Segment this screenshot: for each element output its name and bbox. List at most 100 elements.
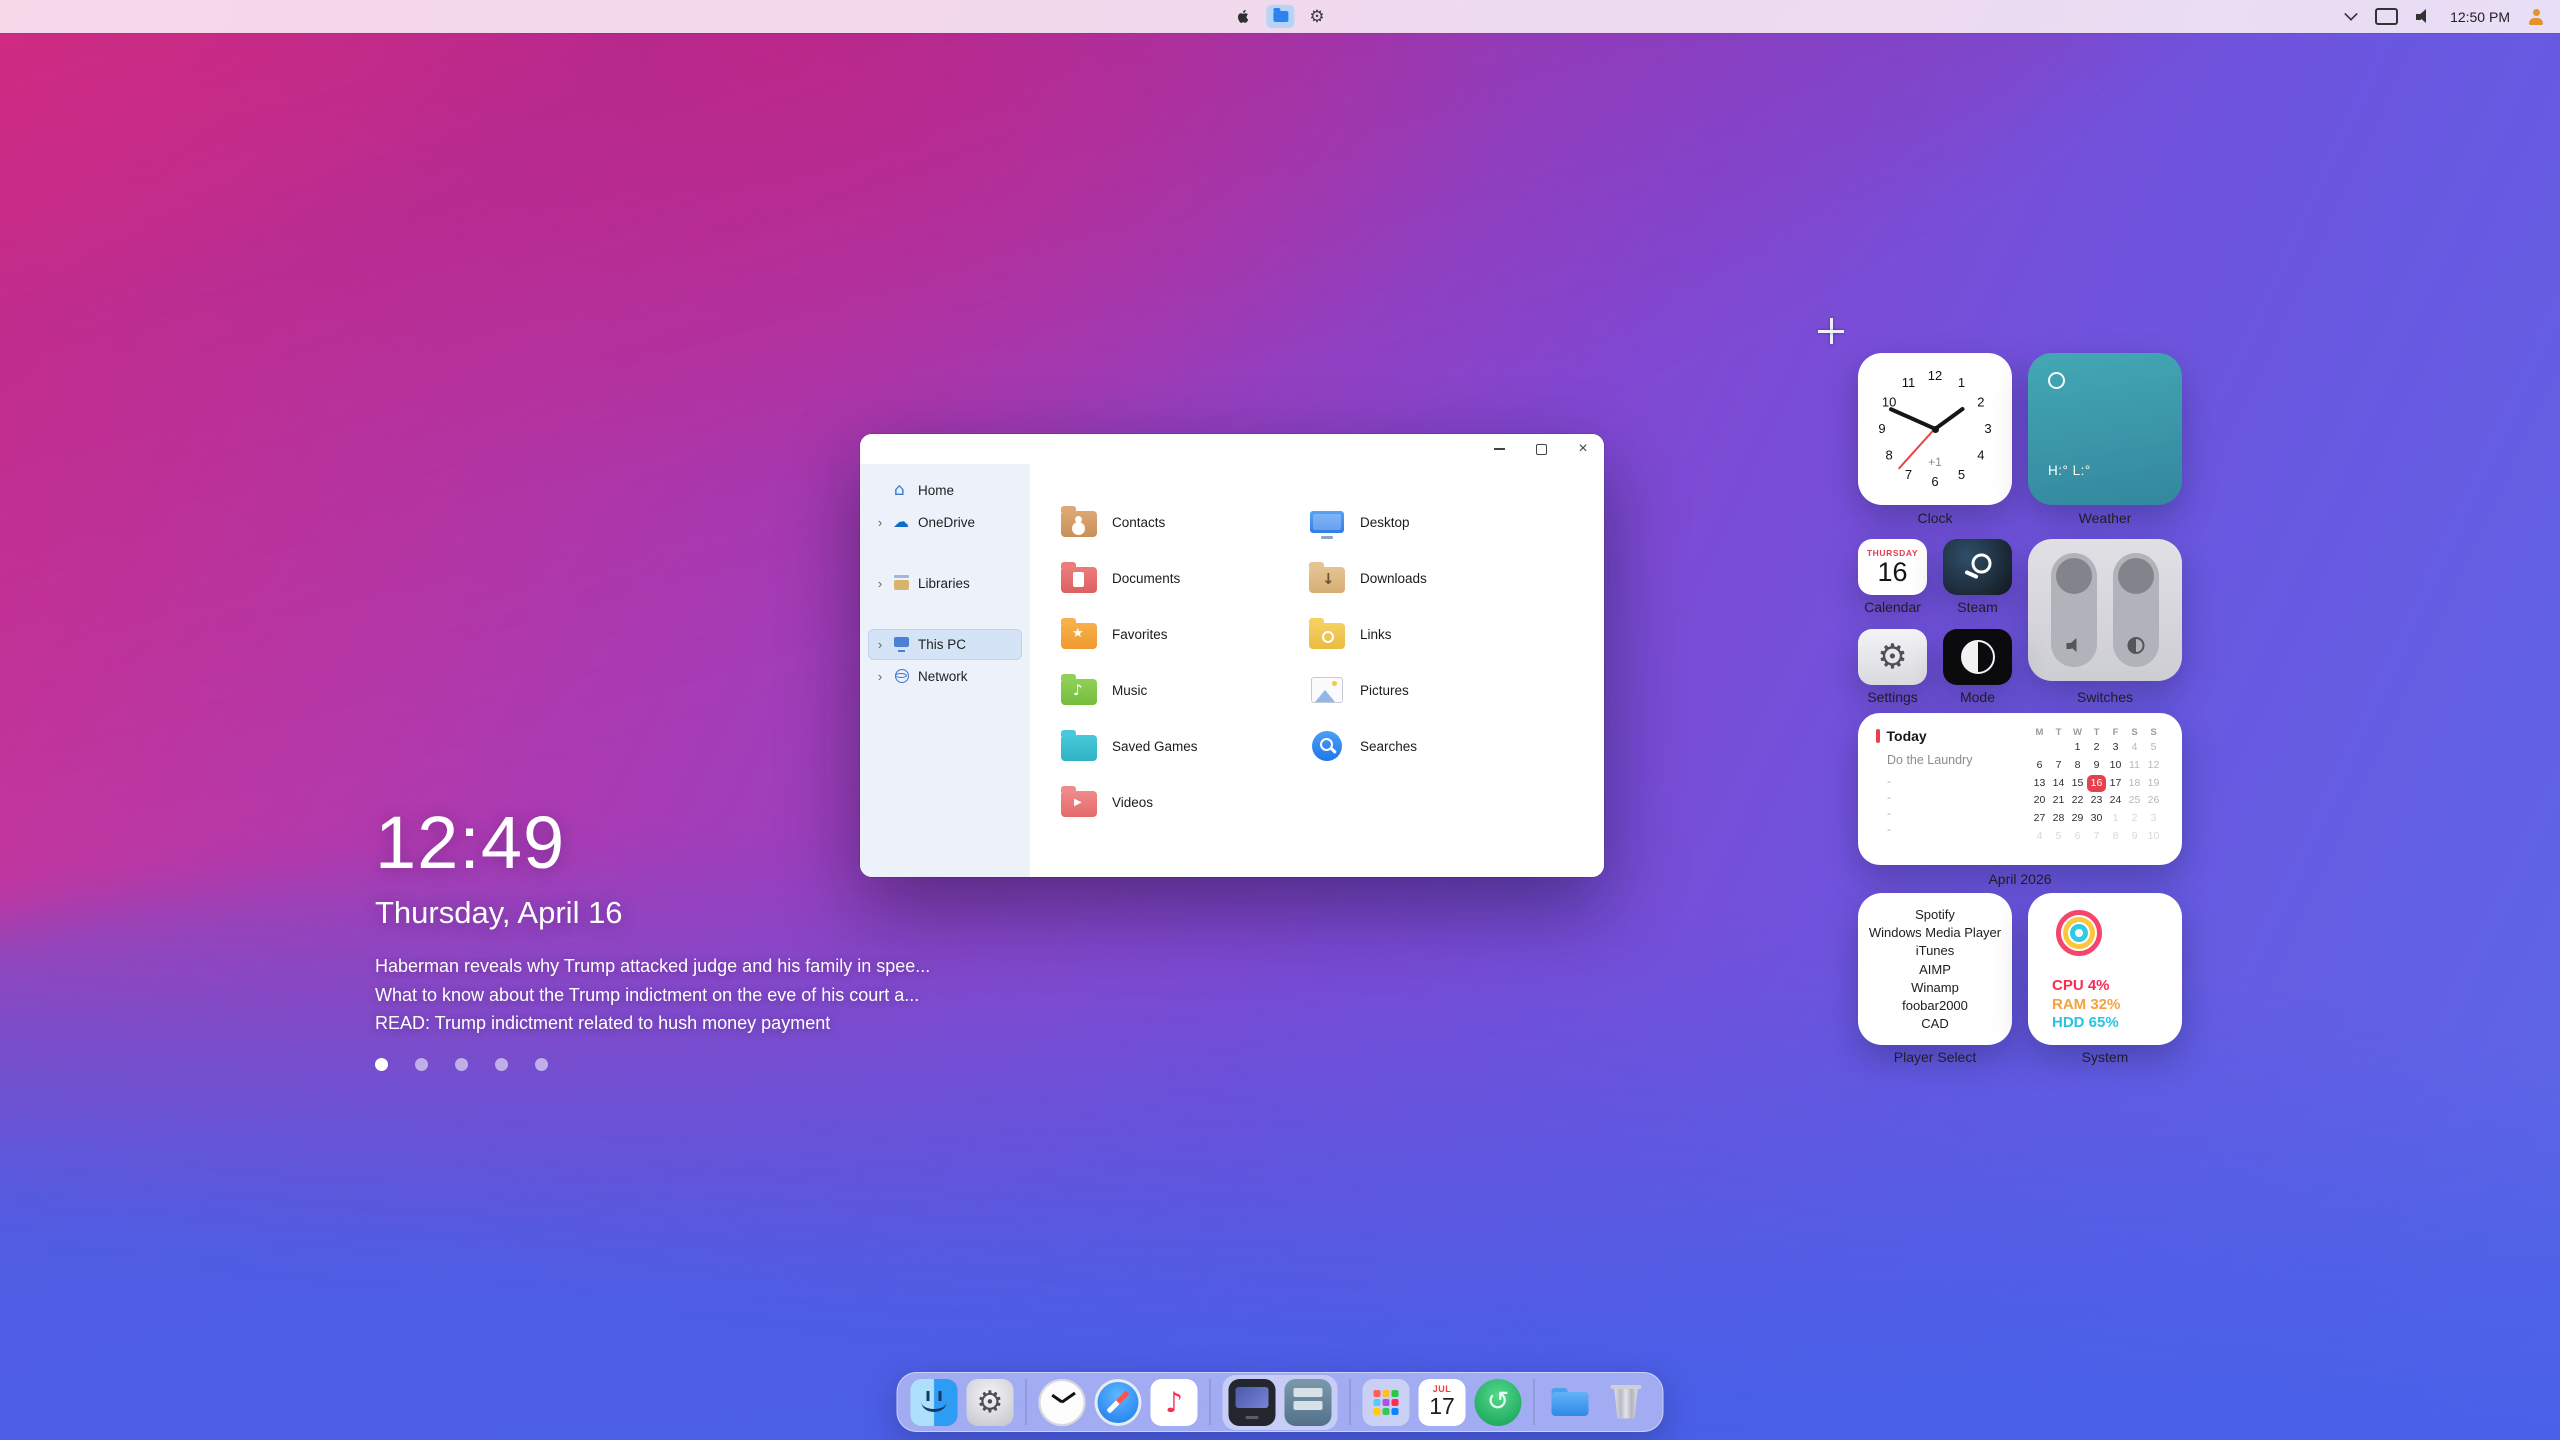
folder-item-searches[interactable]: Searches — [1308, 718, 1538, 774]
sidebar-item-label: Home — [918, 483, 955, 498]
page-dot[interactable] — [455, 1057, 468, 1071]
chevron-right-icon[interactable] — [874, 515, 886, 530]
chevron-right-icon[interactable] — [874, 576, 886, 591]
player-option[interactable]: CAD — [1858, 1015, 2012, 1033]
mini-calendar-weekday-row: MTWTFSS — [2030, 726, 2163, 739]
page-dot[interactable] — [495, 1057, 508, 1071]
calendar-day-number: 16 — [1877, 557, 1908, 587]
settings-widget[interactable] — [1858, 629, 1927, 685]
folder-item-downloads[interactable]: Downloads — [1308, 550, 1538, 606]
volume-icon[interactable] — [2416, 9, 2432, 24]
desktop: 12:50 PM 12:49 Thursday, April 16 Haberm… — [0, 0, 2560, 1440]
launchpad-icon[interactable] — [1362, 1378, 1410, 1426]
gear-icon — [1858, 629, 1927, 685]
player-option[interactable]: iTunes — [1858, 942, 2012, 960]
system-preferences-icon[interactable] — [966, 1378, 1014, 1426]
safari-icon[interactable] — [1094, 1378, 1142, 1426]
dim-icon — [2127, 637, 2145, 654]
brightness-slider-knob[interactable] — [2118, 558, 2154, 594]
brightness-slider[interactable] — [2113, 553, 2159, 667]
news-headline: Haberman reveals why Trump attacked judg… — [375, 956, 931, 976]
month-calendar-label: April 2026 — [1988, 871, 2052, 887]
volume-slider-knob[interactable] — [2056, 558, 2092, 594]
mini-calendar-weekday: F — [2112, 727, 2119, 738]
cabinet-icon[interactable] — [1284, 1378, 1332, 1426]
folder-item-pictures[interactable]: Pictures — [1308, 662, 1538, 718]
chevron-right-icon[interactable] — [874, 637, 886, 652]
steam-widget[interactable] — [1943, 539, 2012, 595]
player-option[interactable]: AIMP — [1858, 961, 2012, 979]
user-icon[interactable] — [2528, 8, 2544, 25]
volume-slider[interactable] — [2051, 553, 2097, 667]
clock-number: 6 — [1931, 474, 1939, 489]
folder-item-music[interactable]: Music — [1060, 662, 1290, 718]
volume-icon — [2066, 638, 2082, 653]
display-icon[interactable] — [2375, 8, 2399, 25]
close-button[interactable] — [1562, 434, 1604, 464]
page-dot[interactable] — [415, 1057, 428, 1071]
mini-calendar-day: 13 — [2033, 776, 2046, 789]
weather-widget-label: Weather — [2078, 510, 2132, 526]
folder-item-videos[interactable]: Videos — [1060, 774, 1290, 830]
folder-item-desktop[interactable]: Desktop — [1308, 494, 1538, 550]
sidebar-item-this-pc[interactable]: This PC — [868, 629, 1022, 660]
display-app-icon[interactable] — [1228, 1378, 1276, 1426]
timezone-offset: +1 — [1928, 455, 1942, 469]
files-icon[interactable] — [1266, 5, 1295, 28]
mode-widget[interactable] — [1943, 629, 2012, 685]
contacts-folder-icon — [1061, 506, 1097, 537]
page-dot[interactable] — [535, 1057, 548, 1071]
chevron-right-icon[interactable] — [874, 669, 886, 684]
player-option[interactable]: Winamp — [1858, 979, 2012, 997]
weather-widget[interactable]: H:° L:° — [2028, 353, 2182, 505]
trash-icon[interactable] — [1603, 1379, 1650, 1426]
window-titlebar[interactable] — [860, 434, 1604, 464]
system-widget[interactable]: CPU 4% RAM 32% HDD 65% — [2028, 893, 2182, 1045]
mini-calendar-day: 18 — [2128, 776, 2141, 789]
lock-screen-block: 12:49 Thursday, April 16 Haberman reveal… — [375, 806, 930, 1071]
minimize-button[interactable] — [1478, 434, 1520, 464]
this-pc-icon — [893, 636, 911, 653]
sidebar-item-network[interactable]: Network — [868, 661, 1022, 692]
dock: JUL 17 — [896, 1372, 1664, 1432]
folder-item-contacts[interactable]: Contacts — [1060, 494, 1290, 550]
plus-cursor — [1818, 318, 1844, 344]
mini-calendar-day: 23 — [2090, 794, 2103, 807]
sidebar-item-onedrive[interactable]: OneDrive — [868, 507, 1022, 538]
folder-item-favorites[interactable]: Favorites — [1060, 606, 1290, 662]
apple-logo-icon[interactable] — [1235, 7, 1251, 26]
clock-icon[interactable] — [1038, 1378, 1086, 1426]
clock-widget[interactable]: 12 1 2 3 4 5 6 7 8 9 10 11 +1 — [1858, 353, 2012, 505]
folder-icon[interactable] — [1547, 1379, 1594, 1426]
mode-widget-label: Mode — [1959, 689, 1996, 705]
sidebar-item-libraries[interactable]: Libraries — [868, 568, 1022, 599]
maximize-button[interactable] — [1520, 434, 1562, 464]
finder-icon[interactable] — [910, 1378, 958, 1426]
player-select-widget[interactable]: Spotify Windows Media Player iTunes AIMP Win… — [1858, 893, 2012, 1045]
folder-item-links[interactable]: Links — [1308, 606, 1538, 662]
todo-placeholder: - — [1887, 790, 1891, 804]
dock-separator — [1349, 1379, 1351, 1425]
mini-calendar-day: 17 — [2109, 776, 2122, 789]
mini-calendar-day — [2049, 739, 2068, 757]
calendar-small-widget[interactable]: THURSDAY 16 — [1858, 539, 1927, 595]
chevron-down-icon[interactable] — [2344, 7, 2358, 21]
folder-item-saved-games[interactable]: Saved Games — [1060, 718, 1290, 774]
music-icon[interactable] — [1150, 1378, 1198, 1426]
gear-icon[interactable] — [1309, 7, 1324, 27]
mini-calendar-day: 15 — [2071, 776, 2084, 789]
folder-item-documents[interactable]: Documents — [1060, 550, 1290, 606]
page-dot[interactable] — [375, 1057, 388, 1071]
links-folder-icon — [1309, 618, 1345, 649]
sidebar-item-home[interactable]: Home — [868, 475, 1022, 506]
mini-calendar-weekday: S — [2131, 727, 2138, 738]
menu-bar-clock[interactable]: 12:50 PM — [2450, 9, 2510, 25]
player-option[interactable]: foobar2000 — [1858, 997, 2012, 1015]
mini-calendar: MTWTFSS 1 2 3 4 5 6 7 8 9 10 11 12 13 14 15 16 17 18 19 20 2… — [2030, 726, 2163, 846]
player-option[interactable]: Spotify — [1858, 906, 2012, 924]
player-option[interactable]: Windows Media Player — [1858, 924, 2012, 942]
month-calendar-widget[interactable]: Today Do the Laundry ---- MTWTFSS 123456… — [1858, 713, 2182, 865]
time-machine-icon[interactable] — [1474, 1378, 1522, 1426]
dock-group — [1222, 1374, 1338, 1430]
calendar-icon[interactable]: JUL 17 — [1418, 1378, 1466, 1426]
